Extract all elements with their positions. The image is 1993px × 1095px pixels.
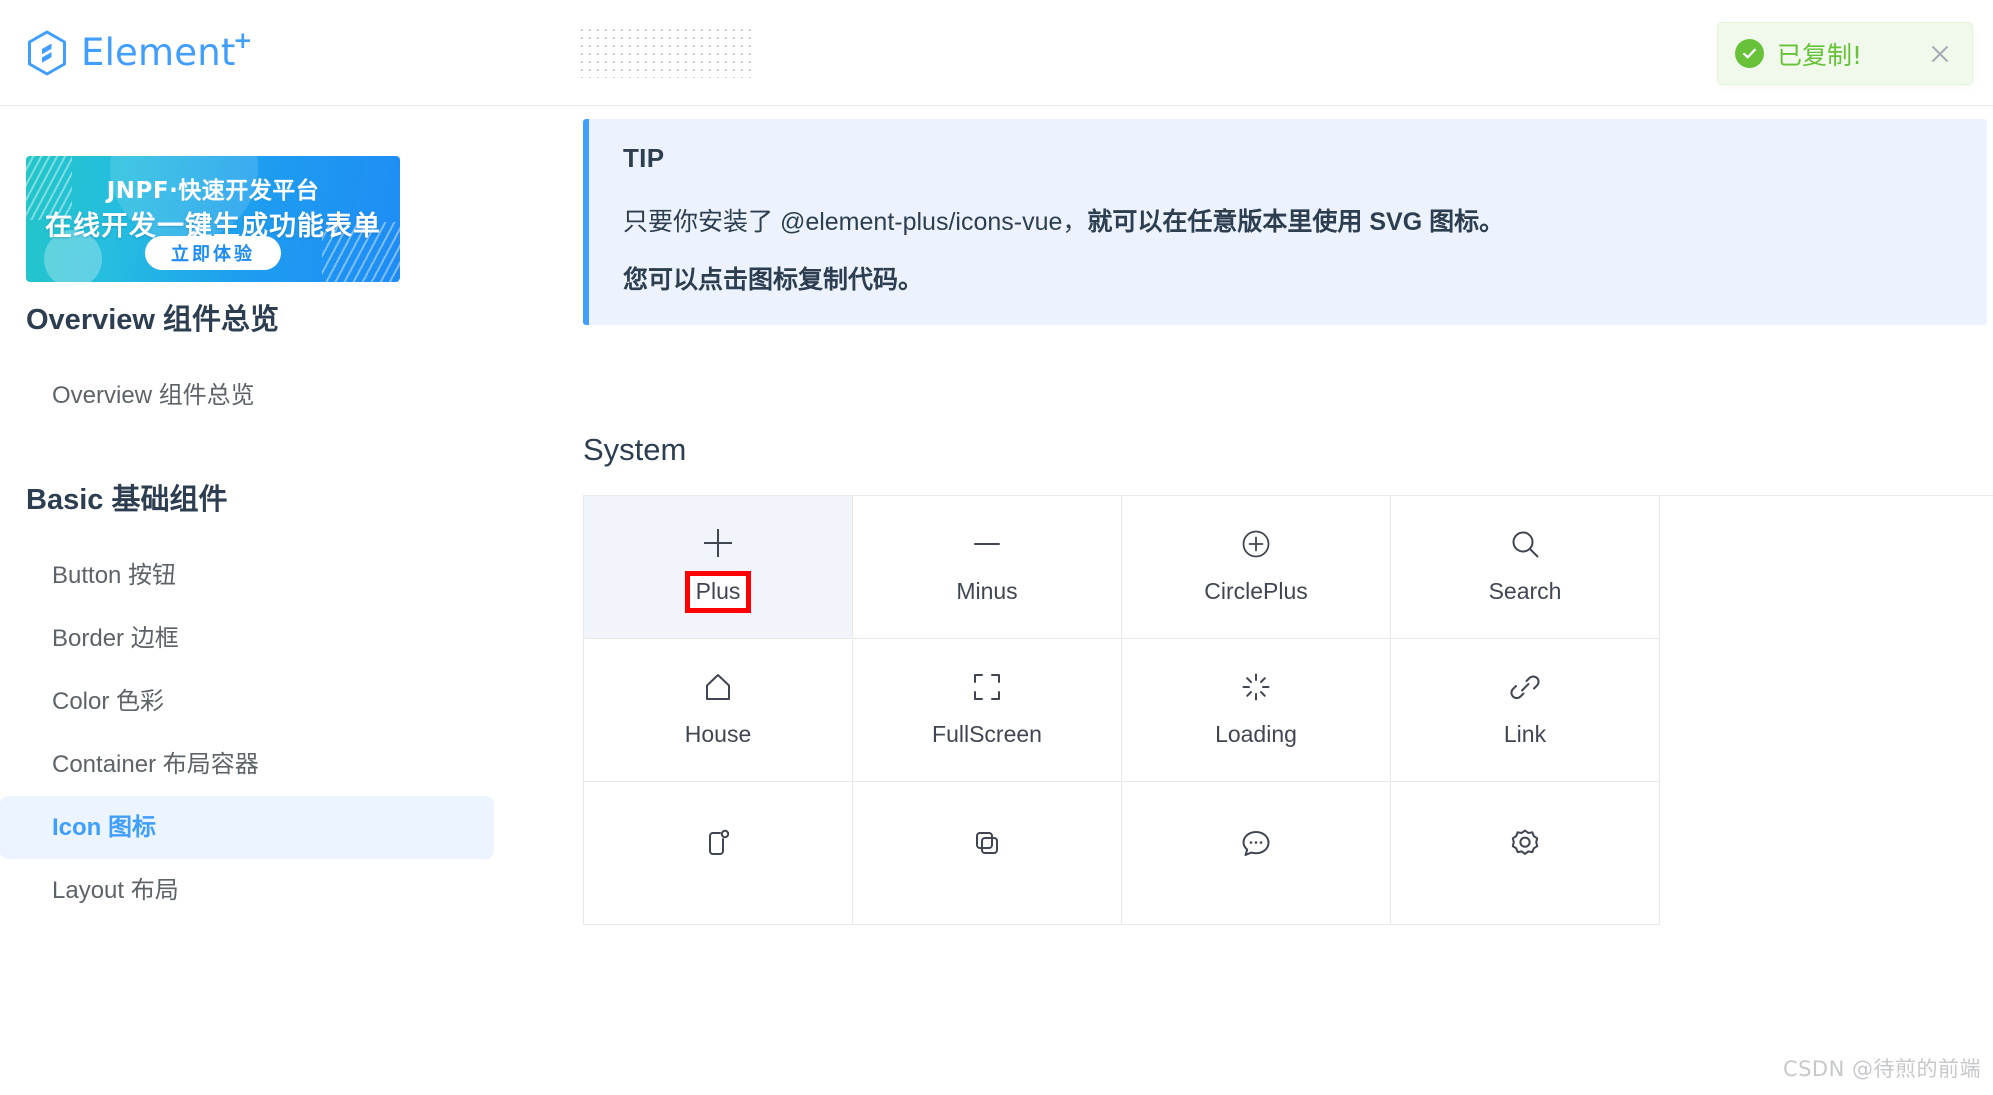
- minus-icon: [970, 527, 1004, 561]
- loading-icon: [1239, 670, 1273, 704]
- element-plus-hexagon-logo-icon: [26, 30, 68, 76]
- icon-cell-copydocument[interactable]: [853, 782, 1122, 925]
- site-header: Element +: [0, 0, 1993, 106]
- icon-grid: Plus Minus CirclePlus Search House FullS…: [583, 495, 1993, 925]
- sidebar-ad-banner[interactable]: JNPF·快速开发平台 在线开发一键生成功能表单 立即体验: [26, 156, 400, 282]
- icon-cell-search[interactable]: Search: [1391, 496, 1660, 639]
- search-icon: [1508, 527, 1542, 561]
- icon-cell-house[interactable]: House: [584, 639, 853, 782]
- full-screen-icon: [970, 670, 1004, 704]
- icon-label: [1252, 876, 1260, 880]
- ad-cta-button[interactable]: 立即体验: [145, 236, 281, 270]
- icon-label: House: [684, 721, 752, 748]
- tip-paragraph-1-plain: 只要你安装了 @element-plus/icons-vue，: [623, 208, 1088, 236]
- icon-label: CirclePlus: [1204, 578, 1308, 605]
- ad-brand-name: JNPF: [106, 178, 170, 204]
- icon-cell-minus[interactable]: Minus: [853, 496, 1122, 639]
- tip-title: TIP: [623, 143, 665, 173]
- main-content: TIP 只要你安装了 @element-plus/icons-vue，就可以在任…: [520, 107, 1993, 1095]
- icon-label: Loading: [1215, 721, 1297, 748]
- icon-label: [714, 876, 722, 880]
- nav-group-title-basic: Basic 基础组件: [26, 483, 228, 516]
- close-icon[interactable]: [1925, 39, 1955, 69]
- link-icon: [1508, 670, 1542, 704]
- brand-logo-link[interactable]: Element +: [26, 0, 252, 105]
- ad-brand-suffix: ·快速开发平台: [169, 178, 320, 204]
- copy-document-icon: [970, 826, 1004, 860]
- sidebar-navigation: JNPF·快速开发平台 在线开发一键生成功能表单 立即体验 Overview 组…: [0, 107, 520, 1095]
- sidebar-item-color[interactable]: Color 色彩: [0, 670, 494, 733]
- tip-paragraph-1-bold: 就可以在任意版本里使用 SVG 图标。: [1087, 208, 1505, 236]
- ad-brand-line: JNPF·快速开发平台: [26, 171, 400, 205]
- page-root: Element + 已复制! JNPF·快速开发平台 在线开发一键生成功能表单 …: [0, 0, 1993, 1095]
- sidebar-item-layout[interactable]: Layout 布局: [0, 859, 494, 922]
- brand-superscript: +: [233, 28, 253, 54]
- icon-cell-circleplus[interactable]: CirclePlus: [1122, 496, 1391, 639]
- icon-cell-loading[interactable]: Loading: [1122, 639, 1391, 782]
- sidebar-item-button[interactable]: Button 按钮: [0, 544, 494, 607]
- tip-paragraph-1: 只要你安装了 @element-plus/icons-vue，就可以在任意版本里…: [623, 204, 1953, 242]
- chat-round-icon: [1239, 826, 1273, 860]
- icon-cell-chatround[interactable]: [1122, 782, 1391, 925]
- icon-cell-link[interactable]: Link: [1391, 639, 1660, 782]
- tip-callout: TIP 只要你安装了 @element-plus/icons-vue，就可以在任…: [583, 119, 1987, 325]
- bell-icon: [701, 826, 735, 860]
- sidebar-nav-list: Overview 组件总览 Overview 组件总览 Basic 基础组件 B…: [0, 303, 520, 922]
- plus-icon: [701, 526, 735, 560]
- toast-message: 已复制!: [1777, 40, 1863, 70]
- icon-label: Link: [1503, 721, 1547, 748]
- tip-paragraph-2: 您可以点击图标复制代码。: [623, 262, 1953, 300]
- setting-gear-icon: [1508, 826, 1542, 860]
- tip-paragraph-2-bold: 您可以点击图标复制代码。: [623, 265, 924, 294]
- icon-cell-bell[interactable]: [584, 782, 853, 925]
- icon-label: Minus: [956, 578, 1018, 605]
- header-dot-pattern-decoration: [578, 26, 756, 78]
- sidebar-item-container[interactable]: Container 布局容器: [0, 733, 494, 796]
- icon-cell-setting[interactable]: [1391, 782, 1660, 925]
- nav-group-title-overview: Overview 组件总览: [26, 304, 280, 336]
- icon-label: Search: [1488, 578, 1562, 605]
- sidebar-item-border[interactable]: Border 边框: [0, 607, 494, 670]
- icon-cell-plus[interactable]: Plus: [584, 496, 853, 639]
- copied-toast-notification: 已复制!: [1717, 22, 1973, 85]
- icon-label: [983, 876, 991, 880]
- icon-label: FullScreen: [932, 721, 1042, 748]
- circle-plus-icon: [1239, 527, 1273, 561]
- icon-label: [1521, 876, 1529, 880]
- icon-cell-fullscreen[interactable]: FullScreen: [853, 639, 1122, 782]
- success-check-circle-icon: [1735, 39, 1764, 68]
- brand-name-text: Element: [81, 31, 236, 74]
- sidebar-item-overview[interactable]: Overview 组件总览: [0, 364, 494, 427]
- icon-label: Plus: [684, 571, 752, 613]
- brand-name: Element +: [81, 30, 252, 74]
- sidebar-item-icon[interactable]: Icon 图标: [0, 795, 494, 859]
- section-title-system: System: [583, 432, 687, 467]
- house-icon: [701, 670, 735, 704]
